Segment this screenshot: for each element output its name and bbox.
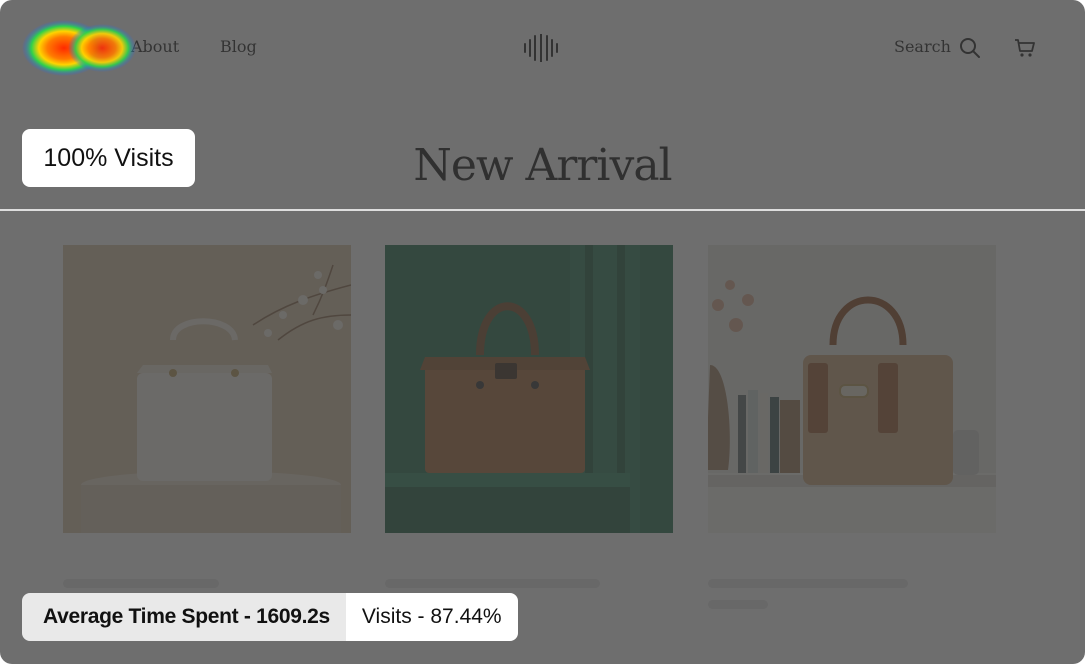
product-title-placeholder (708, 579, 908, 588)
product-card-2[interactable] (385, 245, 673, 533)
soundwave-logo-icon[interactable] (522, 34, 560, 62)
avg-time-label: Average Time Spent - 1609.2s (22, 593, 346, 641)
visits-badge: 100% Visits (22, 129, 195, 187)
stats-pill: Average Time Spent - 1609.2s Visits - 87… (22, 593, 518, 641)
nav-link-about[interactable]: About (131, 37, 179, 56)
product-title-placeholder (385, 579, 600, 588)
handbag-image (63, 245, 351, 533)
heatmap-frame: About Blog Search New Arrival 100% Visit… (0, 0, 1085, 664)
handbag-image (385, 245, 673, 533)
visits-percent-label: Visits - 87.44% (345, 593, 518, 641)
cart-icon[interactable] (1014, 37, 1036, 59)
product-price-placeholder (708, 600, 768, 609)
fold-line (0, 209, 1085, 211)
product-title-placeholder (63, 579, 219, 588)
nav-link-blog[interactable]: Blog (220, 37, 257, 56)
search-label[interactable]: Search (894, 37, 951, 56)
search-icon[interactable] (959, 37, 981, 59)
handbag-image (708, 245, 996, 533)
product-card-1[interactable] (63, 245, 351, 533)
product-card-3[interactable] (708, 245, 996, 533)
click-heat-blob (22, 20, 136, 76)
